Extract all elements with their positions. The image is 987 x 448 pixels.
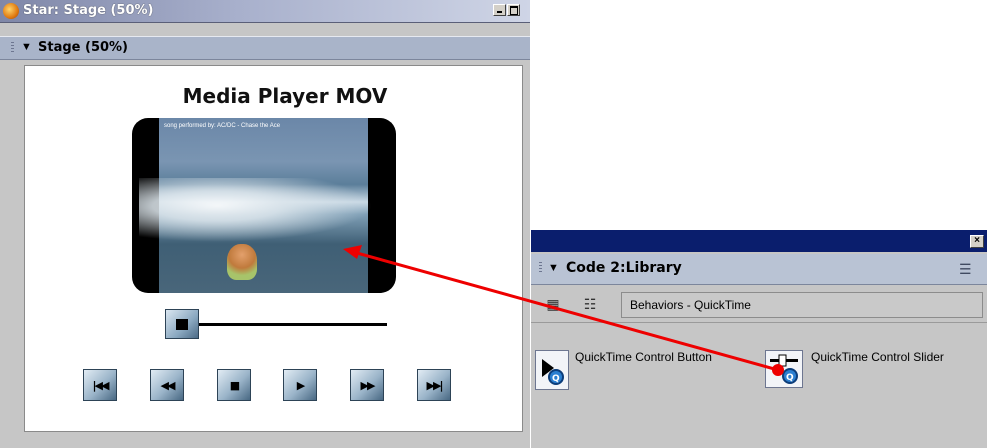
app-icon [3,3,19,19]
quicktime-button-icon: Q [535,350,569,390]
stage-heading: Media Player MOV [182,84,388,108]
go-to-end-button[interactable]: ▶▶| [417,369,451,401]
stage-panel-label: Stage (50%) [38,40,128,55]
go-to-start-button[interactable]: |◀◀ [83,369,117,401]
library-category-text: Behaviors - QuickTime [630,298,751,312]
slider-knob[interactable] [165,309,199,339]
go-to-end-icon: ▶▶| [426,378,444,392]
library-panel-header[interactable]: ▼ Code 2:Library ☰ [531,254,987,285]
play-button[interactable]: ▶ [283,369,317,401]
go-to-start-icon: |◀◀ [92,378,110,392]
minimize-button[interactable] [493,4,506,16]
surfer-image [227,244,257,280]
library-window: × ▼ Code 2:Library ☰ ▦ ☷ Behaviors - Qui… [531,230,987,448]
collapse-triangle-icon[interactable]: ▼ [21,41,32,53]
library-divider [531,322,987,323]
play-icon: ▶ [296,378,306,392]
video-caption: song performed by: AC/DC - Chase the Ace [164,123,281,129]
svg-text:Q: Q [786,373,794,383]
library-toolbar: ▦ ☷ Behaviors - QuickTime [531,286,987,322]
stop-icon: ■ [229,378,241,392]
window-title: Star: Stage (50%) [23,3,154,18]
svg-text:Q: Q [552,374,560,384]
stage-title-bar[interactable]: Star: Stage (50%) [0,0,530,23]
play-arrow-icon: Q [542,359,564,385]
wave-image [139,178,396,248]
fast-forward-icon: ▶▶ [360,378,376,392]
quicktime-slider-icon: Q [765,350,803,388]
collapse-triangle-icon[interactable]: ▼ [548,262,559,274]
stage-window: Star: Stage (50%) ▼ Stage (50%) Media Pl… [0,0,530,448]
stage-panel-header[interactable]: ▼ Stage (50%) [0,36,530,60]
library-category-field[interactable]: Behaviors - QuickTime [621,292,983,318]
drag-grip-icon[interactable] [539,262,542,274]
stop-button[interactable]: ■ [217,369,251,401]
rewind-icon: ◀◀ [160,378,176,392]
close-button[interactable]: × [970,235,984,248]
fast-forward-button[interactable]: ▶▶ [350,369,384,401]
library-view-icon[interactable]: ▦ [543,294,563,314]
library-item-label: QuickTime Control Slider [811,350,944,364]
library-item-label: QuickTime Control Button [575,350,712,364]
video-image: song performed by: AC/DC - Chase the Ace [139,118,396,293]
drag-grip-icon[interactable] [11,42,14,54]
maximize-button[interactable] [507,4,520,16]
options-menu-icon[interactable]: ☰ [959,261,972,278]
library-panel-label: Code 2:Library [566,260,682,276]
slider-track[interactable] [197,323,387,326]
library-title-bar[interactable]: × [531,230,987,252]
video-frame[interactable]: song performed by: AC/DC - Chase the Ace [132,118,396,293]
slider-arrow-icon: Q [770,354,798,384]
tree-view-icon[interactable]: ☷ [580,294,600,314]
rewind-button[interactable]: ◀◀ [150,369,184,401]
stage-canvas[interactable]: Media Player MOV song performed by: AC/D… [24,65,523,432]
